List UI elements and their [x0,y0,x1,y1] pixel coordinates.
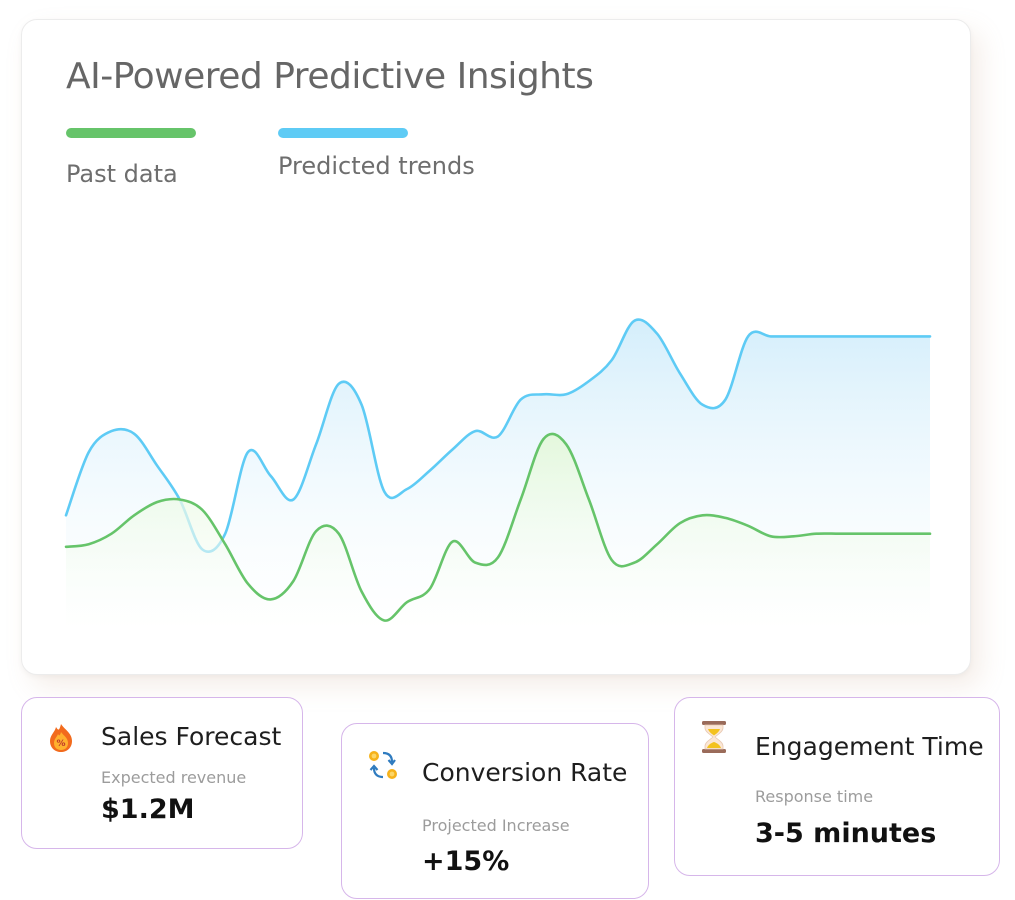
engagement-time-subtitle: Response time [755,787,874,806]
conversion-rate-subtitle: Projected Increase [422,816,570,835]
exchange-coins-icon [366,748,397,779]
svg-text:%: % [56,739,65,749]
area-chart [64,318,932,631]
sales-forecast-value: $1.2M [101,794,195,825]
hourglass-icon [699,720,729,753]
engagement-time-title: Engagement Time [755,732,984,761]
insights-card: AI-Powered Predictive Insights Past data… [21,19,971,675]
engagement-time-card: Engagement Time Response time 3-5 minute… [674,697,1000,876]
conversion-rate-value: +15% [422,846,510,877]
sales-forecast-card: % Sales Forecast Expected revenue $1.2M [21,697,303,849]
conversion-rate-title: Conversion Rate [422,758,628,787]
fire-percent-icon: % [46,723,76,753]
conversion-rate-card: Conversion Rate Projected Increase +15% [341,723,649,899]
sales-forecast-title: Sales Forecast [101,722,282,751]
sales-forecast-subtitle: Expected revenue [101,768,247,787]
engagement-time-value: 3-5 minutes [755,818,937,849]
